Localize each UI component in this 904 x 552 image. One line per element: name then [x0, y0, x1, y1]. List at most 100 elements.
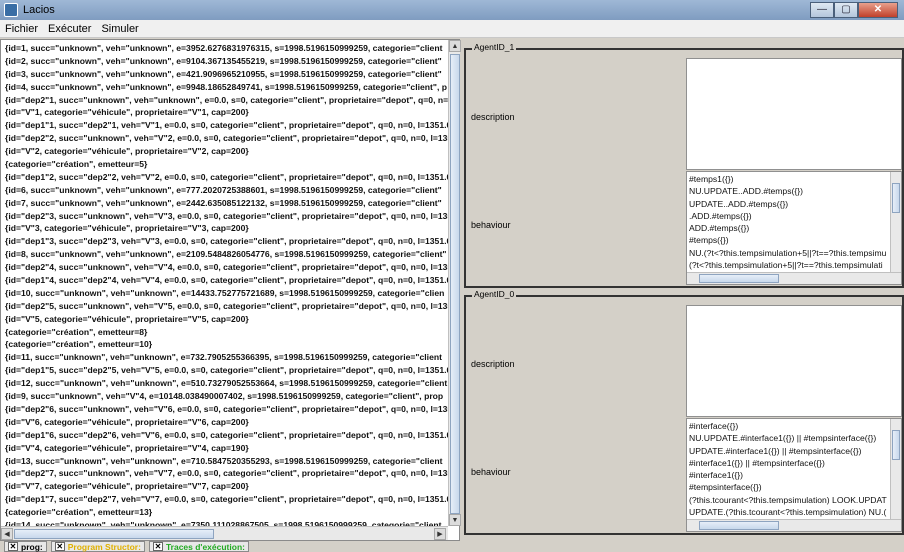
behaviour-line: #interface1({})	[689, 470, 743, 481]
agent-panel-0: AgentID_0 description behaviour #interfa…	[464, 289, 904, 535]
log-hscroll-thumb[interactable]	[14, 529, 214, 539]
close-tab-icon[interactable]: ✕	[54, 542, 65, 551]
menu-bar: Fichier Exécuter Simuler	[0, 20, 904, 38]
log-line: {id="dep1"3, succ="dep2"3, veh="V"3, e=0…	[5, 236, 448, 247]
log-line: {id="V"6, categorie="véhicule", propriet…	[5, 416, 249, 427]
description-textbox[interactable]	[686, 58, 902, 170]
log-line: {id="dep2"5, succ="unknown", veh="V"5, e…	[5, 300, 448, 311]
close-button[interactable]: ✕	[858, 2, 898, 18]
behaviour-line: #temps({})	[689, 235, 729, 246]
behaviour-line: NU.UPDATE.#interface1({}) || #tempsinter…	[689, 433, 877, 444]
behaviour-line: UPDATE.#interface1({}) || #tempsinterfac…	[689, 445, 862, 456]
behaviour-line: #tempsinterface({})	[689, 482, 762, 493]
app-icon	[4, 3, 18, 17]
window-controls: — ▢ ✕	[810, 2, 898, 18]
log-line: {id="dep1"6, succ="dep2"6, veh="V"6, e=0…	[5, 429, 448, 440]
log-line: {id=8, succ="unknown", veh="unknown", e=…	[5, 249, 447, 260]
agent-title: AgentID_0	[472, 289, 517, 299]
close-tab-icon[interactable]: ✕	[152, 542, 163, 551]
behaviour-textbox[interactable]: #interface({}) NU.UPDATE.#interface1({}) …	[686, 418, 902, 532]
log-line: {id="dep2"6, succ="unknown", veh="V"6, e…	[5, 403, 448, 414]
tab-label: prog:	[21, 541, 43, 552]
log-line: {id=14, succ="unknown", veh="unknown", e…	[5, 519, 442, 526]
window-title: Lacios	[23, 4, 55, 16]
log-line: {id=3, succ="unknown", veh="unknown", e=…	[5, 68, 442, 79]
scroll-down-arrow-icon[interactable]: ▼	[449, 514, 461, 526]
log-line: {categorie="création", emetteur=5}	[5, 159, 148, 170]
log-line: {id="V"5, categorie="véhicule", propriet…	[5, 313, 249, 324]
behaviour-vscroll-thumb[interactable]	[892, 430, 900, 460]
log-line: {id=7, succ="unknown", veh="unknown", e=…	[5, 197, 442, 208]
behaviour-line: UPDATE.(?this.tcourant<?this.tempsimulat…	[689, 507, 887, 518]
tab-program-structor[interactable]: ✕ Program Structor:	[50, 541, 145, 552]
behaviour-line: UPDATE..ADD.#temps({})	[689, 198, 789, 209]
behaviour-hscroll-thumb[interactable]	[699, 521, 779, 530]
log-line: {id=1, succ="unknown", veh="unknown", e=…	[5, 43, 443, 53]
behaviour-line: (?t<?this.tempsimulation+5||?t==?this.te…	[689, 260, 883, 271]
log-line: {id="dep1"7, succ="dep2"7, veh="V"7, e=0…	[5, 494, 448, 505]
log-horizontal-scrollbar[interactable]: ◀ ▶	[1, 526, 448, 540]
log-line: {id="V"3, categorie="véhicule", propriet…	[5, 223, 249, 234]
bottom-tab-bar: ✕ prog: ✕ Program Structor: ✕ Traces d'e…	[0, 541, 904, 552]
log-vscroll-thumb[interactable]	[450, 54, 460, 514]
behaviour-line: #interface1({}) || #tempsinterface({})	[689, 457, 825, 468]
behaviour-line: (?this.tcourant<?this.tempsimulation) LO…	[689, 494, 887, 505]
log-line: {id="V"1, categorie="véhicule", propriet…	[5, 107, 249, 118]
behaviour-vscroll-thumb[interactable]	[892, 183, 900, 213]
maximize-button[interactable]: ▢	[834, 2, 858, 18]
description-textbox[interactable]	[686, 305, 902, 417]
description-label: description	[471, 359, 515, 369]
behaviour-line: ADD.#temps({})	[689, 223, 750, 234]
behaviour-line: NU.UPDATE..ADD.#temps({})	[689, 186, 803, 197]
log-line: {id=11, succ="unknown", veh="unknown", e…	[5, 352, 442, 363]
tab-label: Program Structor:	[67, 541, 141, 552]
log-line: {id=13, succ="unknown", veh="unknown", e…	[5, 455, 443, 466]
log-line: {id="dep1"4, succ="dep2"4, veh="V"4, e=0…	[5, 275, 448, 286]
log-line: {id="dep2"7, succ="unknown", veh="V"7, e…	[5, 468, 448, 479]
agents-panel: AgentID_1 description behaviour #temps1(…	[462, 39, 904, 541]
log-line: {id="V"2, categorie="véhicule", propriet…	[5, 146, 249, 157]
behaviour-label: behaviour	[471, 467, 511, 477]
log-line: {id="V"7, categorie="véhicule", propriet…	[5, 481, 249, 492]
behaviour-line: .ADD.#temps({})	[689, 210, 752, 221]
behaviour-line: #interface({})	[689, 421, 739, 431]
log-line: {id="dep2"3, succ="unknown", veh="V"3, e…	[5, 210, 448, 221]
window-titlebar: Lacios — ▢ ✕	[0, 0, 904, 20]
trace-log-text[interactable]: {id=1, succ="unknown", veh="unknown", e=…	[1, 40, 448, 526]
behaviour-hscroll-thumb[interactable]	[699, 274, 779, 283]
tab-label: Traces d'exécution:	[165, 541, 245, 552]
log-vertical-scrollbar[interactable]: ▲ ▼	[448, 40, 461, 526]
log-line: {id=10, succ="unknown", veh="unknown", e…	[5, 287, 445, 298]
scroll-up-arrow-icon[interactable]: ▲	[449, 40, 461, 52]
scroll-left-arrow-icon[interactable]: ◀	[1, 528, 13, 540]
behaviour-line: NU.(?t<?this.tempsimulation+5||?t==?this…	[689, 247, 887, 258]
log-line: {categorie="création", emetteur=8}	[5, 326, 148, 337]
behaviour-textbox[interactable]: #temps1({}) NU.UPDATE..ADD.#temps({}) UPDA…	[686, 171, 902, 285]
trace-log-panel: {id=1, succ="unknown", veh="unknown", e=…	[0, 39, 461, 541]
scroll-right-arrow-icon[interactable]: ▶	[434, 528, 446, 540]
log-line: {id=6, succ="unknown", veh="unknown", e=…	[5, 184, 442, 195]
log-line: {id="V"4, categorie="véhicule", propriet…	[5, 442, 249, 453]
minimize-button[interactable]: —	[810, 2, 834, 18]
menu-simuler[interactable]: Simuler	[96, 23, 143, 35]
description-label: description	[471, 112, 515, 122]
log-line: {id="dep1"2, succ="dep2"2, veh="V"2, e=0…	[5, 171, 448, 182]
agent-title: AgentID_1	[472, 42, 517, 52]
close-tab-icon[interactable]: ✕	[8, 542, 18, 551]
behaviour-vertical-scrollbar[interactable]	[890, 172, 901, 272]
behaviour-label: behaviour	[471, 220, 511, 230]
behaviour-horizontal-scrollbar[interactable]	[687, 519, 901, 531]
log-line: {categorie="création", emetteur=10}	[5, 339, 153, 350]
menu-fichier[interactable]: Fichier	[0, 23, 43, 35]
tab-prog[interactable]: ✕ prog:	[4, 541, 47, 552]
log-line: {id="dep1"1, succ="dep2"1, veh="V"1, e=0…	[5, 120, 448, 131]
log-line: {id="dep2"1, succ="unknown", veh="unknow…	[5, 94, 448, 105]
behaviour-horizontal-scrollbar[interactable]	[687, 272, 901, 284]
tab-traces-execution[interactable]: ✕ Traces d'exécution:	[148, 541, 249, 552]
menu-executer[interactable]: Exécuter	[43, 23, 96, 35]
log-line: {id="dep1"5, succ="dep2"5, veh="V"5, e=0…	[5, 365, 448, 376]
log-line: {categorie="création", emetteur=13}	[5, 507, 153, 518]
log-line: {id="dep2"2, succ="unknown", veh="V"2, e…	[5, 133, 448, 144]
behaviour-vertical-scrollbar[interactable]	[890, 419, 901, 519]
behaviour-line: #temps1({})	[689, 174, 734, 184]
